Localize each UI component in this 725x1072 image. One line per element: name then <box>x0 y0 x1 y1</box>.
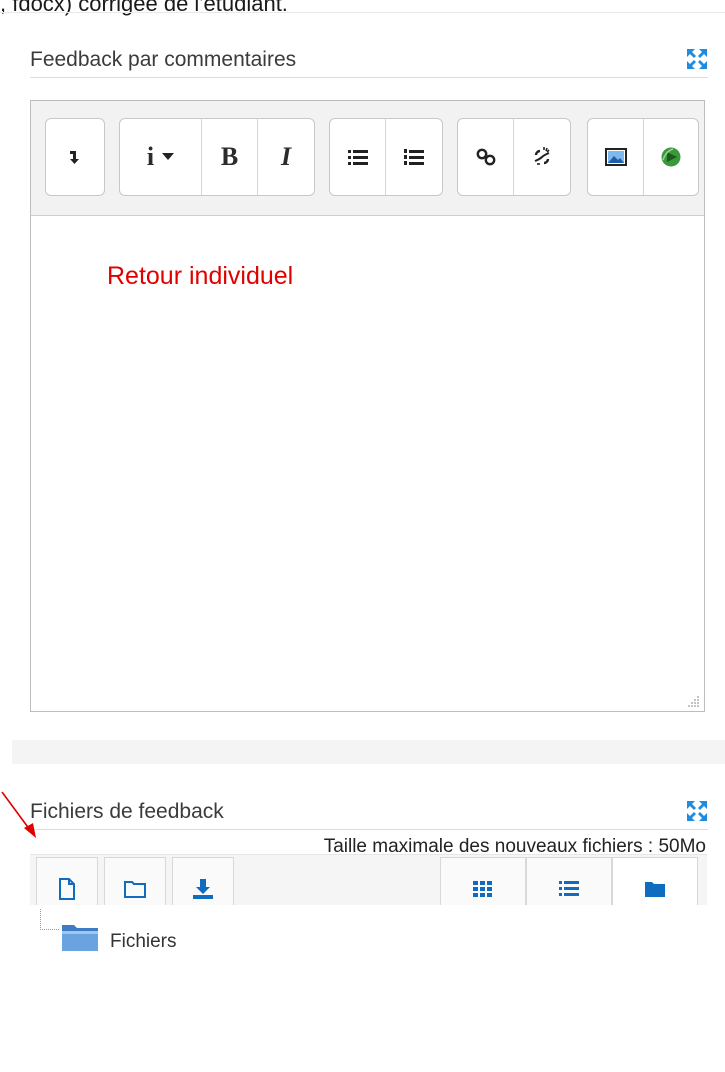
folder-icon[interactable] <box>60 921 100 953</box>
rich-text-editor: i B I Retour individuel <box>30 100 705 712</box>
bullet-list-icon <box>347 150 368 165</box>
link-button[interactable] <box>458 119 514 195</box>
toolbar-group-toggle <box>45 118 105 196</box>
info-icon: i <box>146 142 155 171</box>
divider <box>30 77 708 78</box>
editor-content-area[interactable]: Retour individuel <box>31 216 704 711</box>
file-tree: Fichiers <box>30 905 707 1072</box>
toolbar-group-files <box>587 118 699 196</box>
expand-icon[interactable] <box>686 800 708 822</box>
bold-button[interactable]: B <box>202 119 258 195</box>
chevron-down-icon <box>162 153 175 160</box>
list-view-icon <box>559 881 579 896</box>
resize-handle-icon[interactable] <box>688 695 700 707</box>
grid-view-icon <box>473 881 492 897</box>
section-separator <box>12 740 725 764</box>
unordered-list-button[interactable] <box>330 119 386 195</box>
insert-image-button[interactable] <box>588 119 644 195</box>
editor-content-text: Retour individuel <box>107 262 294 290</box>
insert-media-button[interactable] <box>644 119 698 195</box>
arrow-down-icon <box>70 151 79 164</box>
italic-button[interactable]: I <box>258 119 314 195</box>
feedback-files-title: Fichiers de feedback <box>30 800 224 823</box>
italic-icon: I <box>280 142 292 171</box>
ordered-list-button[interactable] <box>386 119 442 195</box>
expand-icon[interactable] <box>686 48 708 70</box>
folder-view-icon <box>645 882 665 897</box>
divider <box>0 12 725 13</box>
unlink-icon <box>534 147 550 165</box>
feedback-comments-title: Feedback par commentaires <box>30 48 297 71</box>
folder-label[interactable]: Fichiers <box>110 931 177 953</box>
toolbar-group-style: i B I <box>119 118 315 196</box>
add-file-icon <box>59 878 75 900</box>
instruction-text: , fdocx) corrigée de l'étudiant. <box>0 0 288 16</box>
toolbar-group-links <box>457 118 571 196</box>
show-more-buttons[interactable] <box>46 119 104 195</box>
link-icon <box>476 148 495 166</box>
numbered-list-icon <box>404 149 424 165</box>
annotation-arrow-icon <box>1 791 36 838</box>
download-icon <box>193 879 213 899</box>
media-icon <box>661 147 681 167</box>
editor-toolbar: i B I <box>31 101 704 216</box>
image-icon <box>604 148 627 166</box>
divider <box>30 829 708 830</box>
paragraph-styles-button[interactable]: i <box>120 119 202 195</box>
unlink-button[interactable] <box>514 119 570 195</box>
toolbar-group-list <box>329 118 443 196</box>
file-manager-toolbar <box>30 854 707 921</box>
create-folder-icon <box>124 881 146 898</box>
tree-connector <box>40 909 59 930</box>
bold-icon: B <box>220 142 239 171</box>
